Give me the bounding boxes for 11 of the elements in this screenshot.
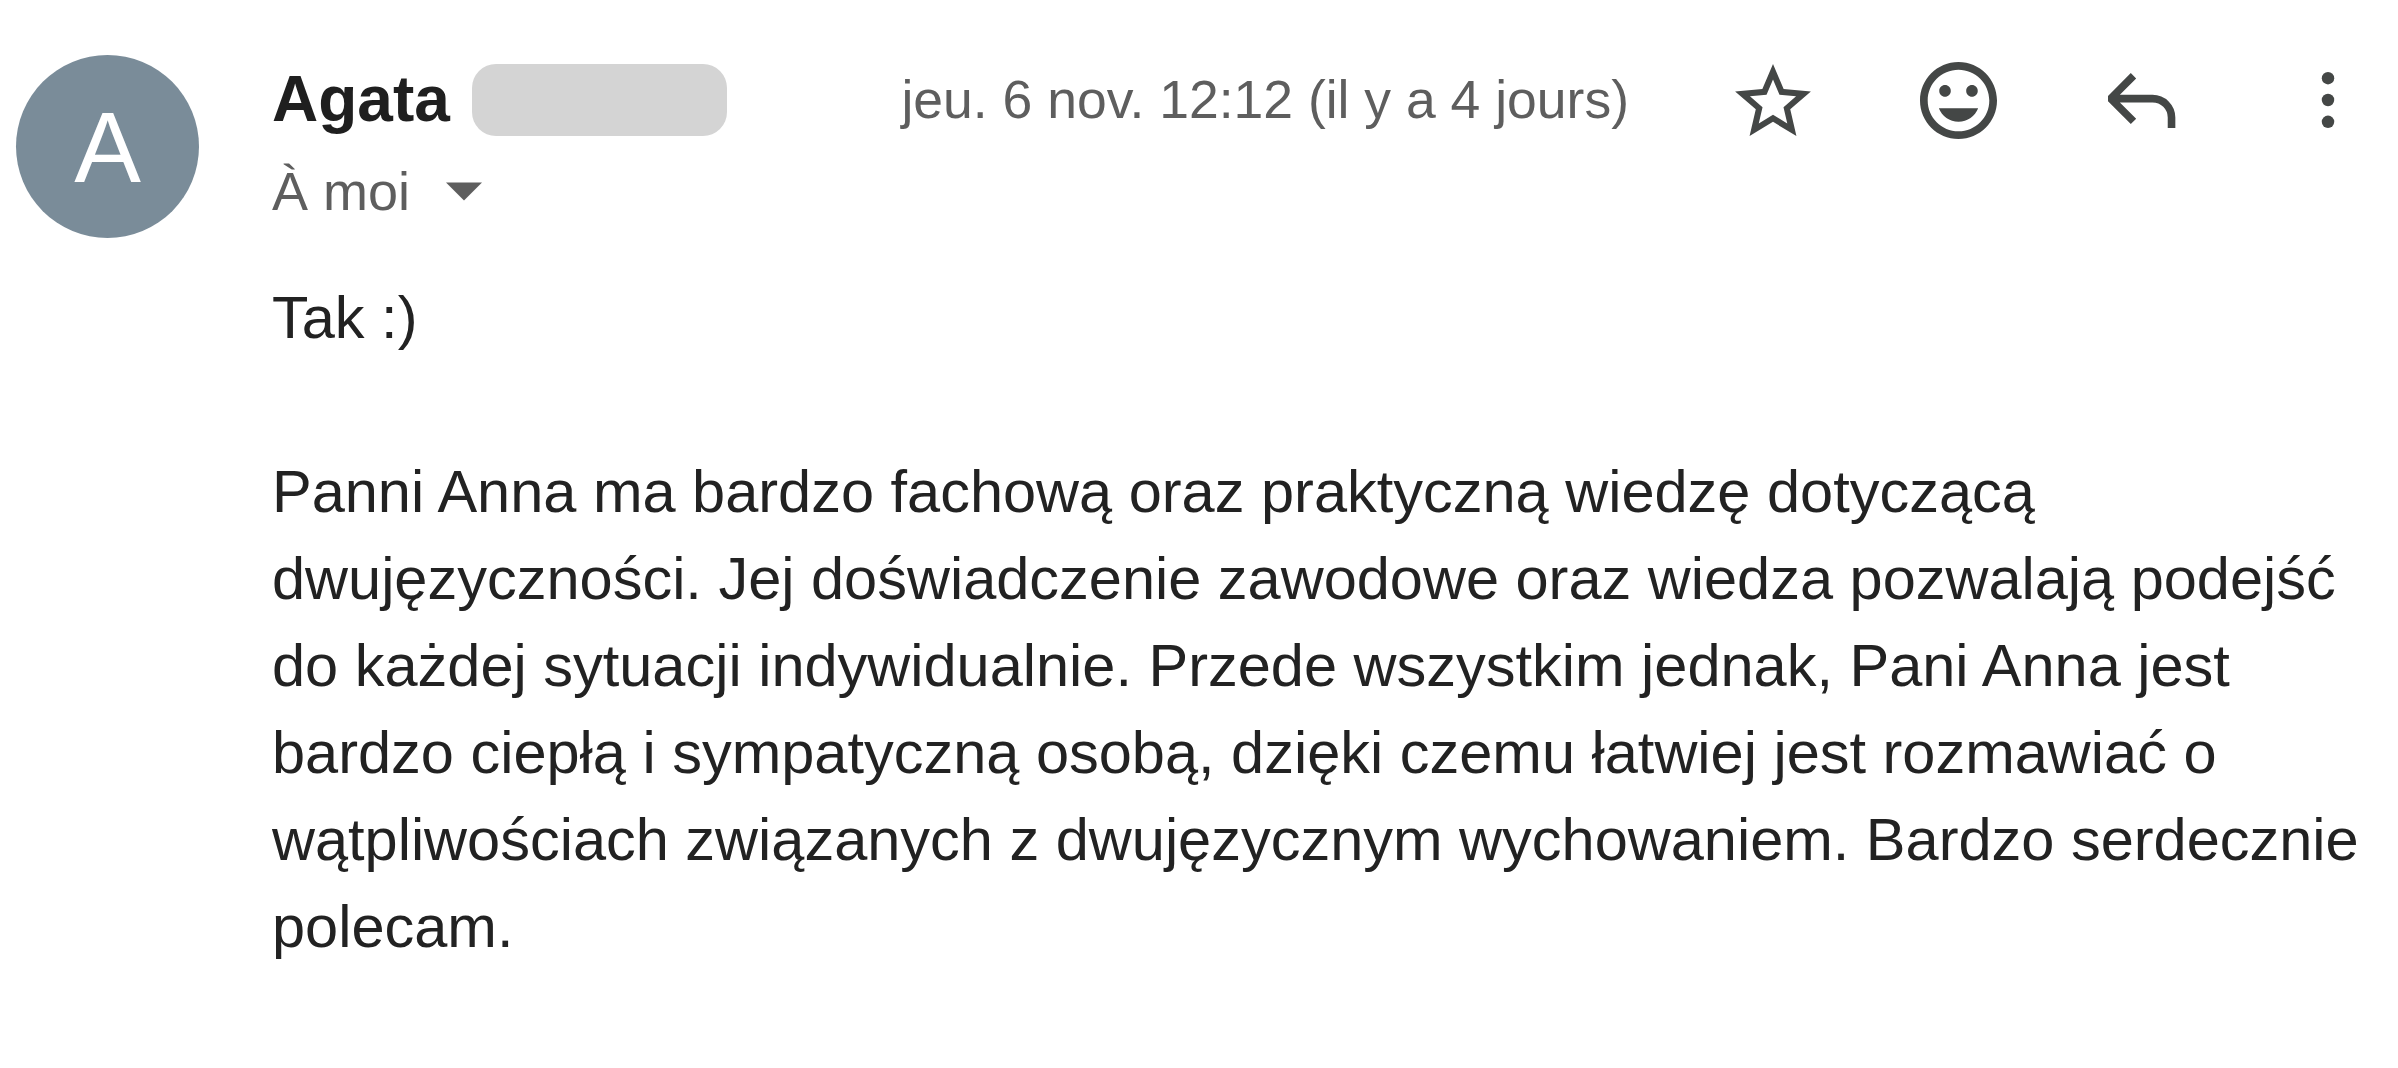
- avatar: A: [16, 55, 199, 238]
- more-options-icon[interactable]: [2319, 72, 2337, 128]
- caret-down-icon: [446, 181, 483, 201]
- sender-name: Agata: [272, 63, 450, 137]
- date-text: jeu. 6 nov. 12:12 (il y a 4 jours): [901, 68, 1629, 131]
- recipient-dropdown[interactable]: À moi: [272, 158, 483, 224]
- reply-icon[interactable]: [2108, 72, 2178, 128]
- message-paragraph: Tak :): [272, 283, 419, 353]
- message-paragraph: Panni Anna ma bardzo fachową oraz praktyczną wiedzę dotyczącą dwujęzyczności. Jej doświadczenie zawodowe oraz wiedza pozwalają podejść do każdej sytuacji indywidualnie. Przede wszystkim jednak, Pani Anna jest bardzo ciepłą i sympatyczną osobą, dzięki czemu łatwiej jest rozmawiać o wątpliwościach związanych z dwujęzycznym wychowaniem. Bardzo serdecznie polecam.: [272, 457, 2360, 962]
- smiley-icon[interactable]: [1919, 61, 1997, 139]
- star-outline-icon[interactable]: [1735, 64, 1811, 136]
